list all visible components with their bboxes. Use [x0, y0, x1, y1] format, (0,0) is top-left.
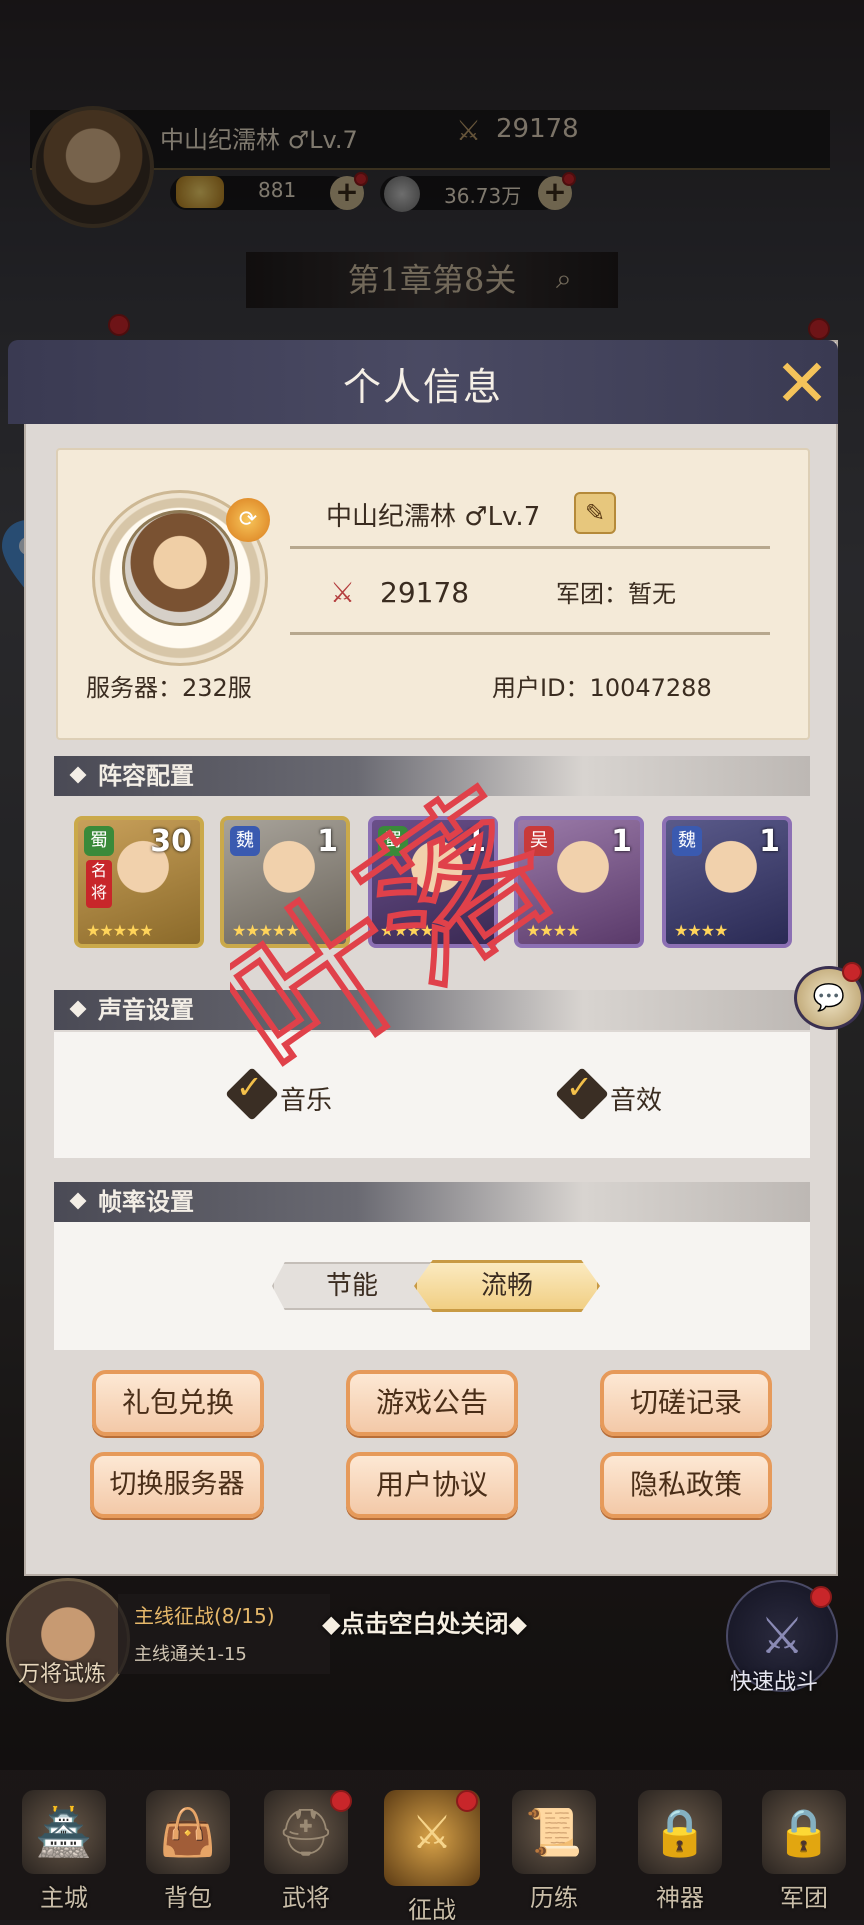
nav-training[interactable]: 📜 历练	[494, 1790, 614, 1912]
nav-label: 武将	[282, 1884, 330, 1912]
nav-label: 主城	[40, 1884, 88, 1912]
privacy-policy-button[interactable]: 隐私政策	[600, 1452, 772, 1518]
section-title: 阵容配置	[98, 762, 194, 790]
nav-label: 背包	[164, 1884, 212, 1912]
lock-icon: 🔒	[762, 1790, 846, 1874]
faction-badge: 魏	[672, 826, 702, 856]
divider	[290, 546, 770, 549]
notification-dot	[810, 1586, 832, 1608]
avatar[interactable]	[122, 510, 238, 626]
bag-icon: 👜	[146, 1790, 230, 1874]
hero-level: 1	[759, 824, 780, 859]
notification-dot	[330, 1790, 352, 1812]
hero-card[interactable]: 魏 1 ★★★★	[662, 816, 792, 948]
nav-label: 神器	[656, 1884, 704, 1912]
close-hint: ◆点击空白处关闭◆	[322, 1610, 527, 1638]
framerate-option-power-saving[interactable]: 节能	[272, 1262, 432, 1310]
section-title: 帧率设置	[98, 1188, 194, 1216]
hero-portrait	[696, 836, 766, 924]
nav-backpack[interactable]: 👜 背包	[128, 1790, 248, 1912]
section-title: 声音设置	[98, 996, 194, 1024]
section-framerate: 帧率设置	[54, 1182, 810, 1222]
profile-user-id: 用户ID：10047288	[492, 674, 712, 702]
swap-avatar-icon[interactable]: ⟳	[226, 498, 270, 542]
user-agreement-button[interactable]: 用户协议	[346, 1452, 518, 1518]
hero-stars: ★★★★	[674, 921, 728, 940]
scroll-icon: 📜	[512, 1790, 596, 1874]
switch-server-button[interactable]: 切换服务器	[90, 1452, 264, 1518]
notification-dot	[456, 1790, 478, 1812]
profile-name: 中山纪濡林 ♂Lv.7	[326, 502, 541, 532]
watermark-text: 叶落	[230, 780, 584, 1116]
gift-redeem-button[interactable]: 礼包兑换	[92, 1370, 264, 1436]
crossed-swords-icon: ⚔	[330, 576, 356, 609]
hero-stars: ★★★★★	[86, 921, 154, 940]
famous-general-badge: 名将	[86, 860, 112, 908]
profile-server: 服务器：232服	[86, 674, 252, 702]
game-notice-button[interactable]: 游戏公告	[346, 1370, 518, 1436]
edit-name-button[interactable]: ✎	[574, 492, 616, 534]
nav-artifact[interactable]: 🔒 神器	[620, 1790, 740, 1912]
fast-battle-label[interactable]: 快速战斗	[730, 1664, 818, 1696]
quest-title: 主线征战(8/15)	[134, 1604, 275, 1628]
framerate-option-smooth[interactable]: 流畅	[414, 1260, 600, 1312]
modal-title: 个人信息	[342, 365, 503, 409]
hero-level: 30	[150, 824, 192, 859]
lock-icon: 🔒	[638, 1790, 722, 1874]
faction-badge: 蜀	[84, 826, 114, 856]
hero-card[interactable]: 蜀 名将 30 ★★★★★	[74, 816, 204, 948]
profile-legion: 军团：暂无	[556, 580, 676, 608]
divider	[290, 632, 770, 635]
spar-record-button[interactable]: 切磋记录	[600, 1370, 772, 1436]
profile-power: 29178	[380, 576, 470, 609]
notification-dot	[842, 962, 862, 982]
nav-legion[interactable]: 🔒 军团	[744, 1790, 864, 1912]
quest-subtitle: 主线通关1-15	[134, 1644, 247, 1665]
castle-icon: 🏯	[22, 1790, 106, 1874]
trial-label[interactable]: 万将试炼	[18, 1656, 106, 1688]
close-button[interactable]: ✕	[766, 348, 838, 420]
nav-label: 军团	[780, 1884, 828, 1912]
watermark: 叶落	[230, 780, 587, 1119]
nav-label: 历练	[530, 1884, 578, 1912]
nav-main-city[interactable]: 🏯 主城	[4, 1790, 124, 1912]
